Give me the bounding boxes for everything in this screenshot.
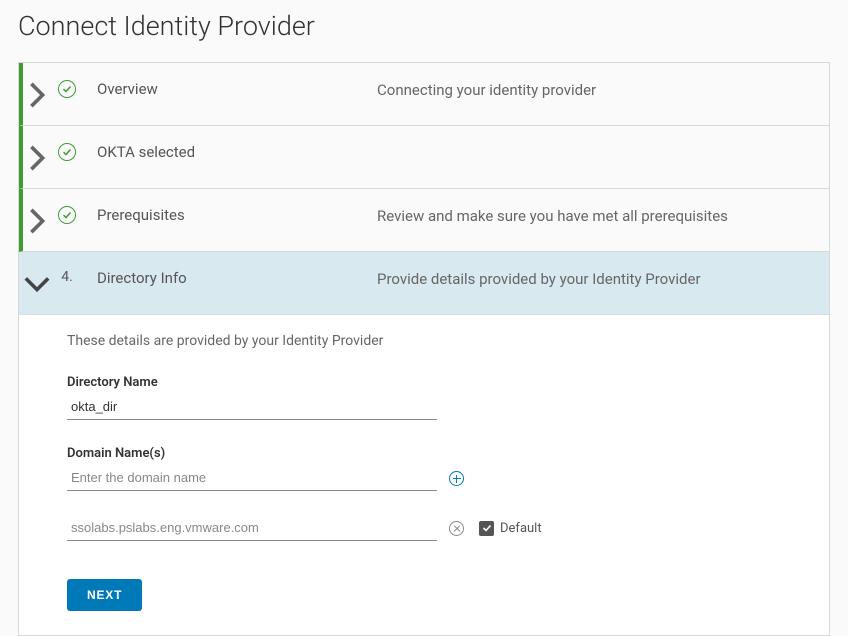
default-checkbox-label: Default — [500, 521, 542, 536]
directory-name-label: Directory Name — [67, 375, 781, 390]
check-circle-icon — [58, 80, 76, 98]
step-status-icon — [51, 205, 83, 224]
step-title: Prerequisites — [97, 205, 377, 228]
step-status-icon — [51, 142, 83, 161]
step-number: 4. — [51, 268, 83, 285]
domain-names-field: Domain Name(s) Default — [67, 446, 781, 541]
directory-name-field: Directory Name — [67, 375, 781, 420]
chevron-right-icon — [23, 205, 51, 235]
step-okta[interactable]: OKTA selected — [19, 126, 829, 189]
x-circle-icon — [449, 521, 464, 536]
page-title: Connect Identity Provider — [0, 0, 848, 62]
check-circle-icon — [58, 143, 76, 161]
step-directory-info[interactable]: 4. Directory Info Provide details provid… — [19, 252, 829, 315]
chevron-right-icon — [23, 79, 51, 109]
default-checkbox[interactable] — [479, 521, 494, 536]
panel-description: These details are provided by your Ident… — [67, 333, 781, 349]
remove-domain-button[interactable] — [447, 519, 465, 537]
step-desc — [377, 142, 817, 163]
chevron-right-icon — [23, 142, 51, 172]
step-title: OKTA selected — [97, 142, 377, 163]
step-desc: Provide details provided by your Identit… — [377, 268, 817, 291]
step-status-icon — [51, 79, 83, 98]
step-overview[interactable]: Overview Connecting your identity provid… — [19, 63, 829, 126]
step-prerequisites[interactable]: Prerequisites Review and make sure you h… — [19, 189, 829, 252]
domain-names-label: Domain Name(s) — [67, 446, 781, 461]
check-circle-icon — [58, 206, 76, 224]
step-desc: Review and make sure you have met all pr… — [377, 205, 817, 228]
step-title: Directory Info — [97, 268, 377, 291]
next-button[interactable]: NEXT — [67, 579, 142, 611]
add-domain-button[interactable] — [447, 469, 465, 487]
domain-name-input[interactable] — [67, 465, 437, 491]
directory-info-panel: These details are provided by your Ident… — [19, 315, 829, 635]
domain-entry-input[interactable] — [67, 515, 437, 541]
directory-name-input[interactable] — [67, 394, 437, 420]
chevron-down-icon — [23, 268, 51, 298]
domain-entry-row: Default — [67, 515, 781, 541]
plus-circle-icon — [449, 471, 464, 486]
step-desc: Connecting your identity provider — [377, 79, 817, 102]
step-title: Overview — [97, 79, 377, 102]
wizard-steps: Overview Connecting your identity provid… — [18, 62, 830, 636]
